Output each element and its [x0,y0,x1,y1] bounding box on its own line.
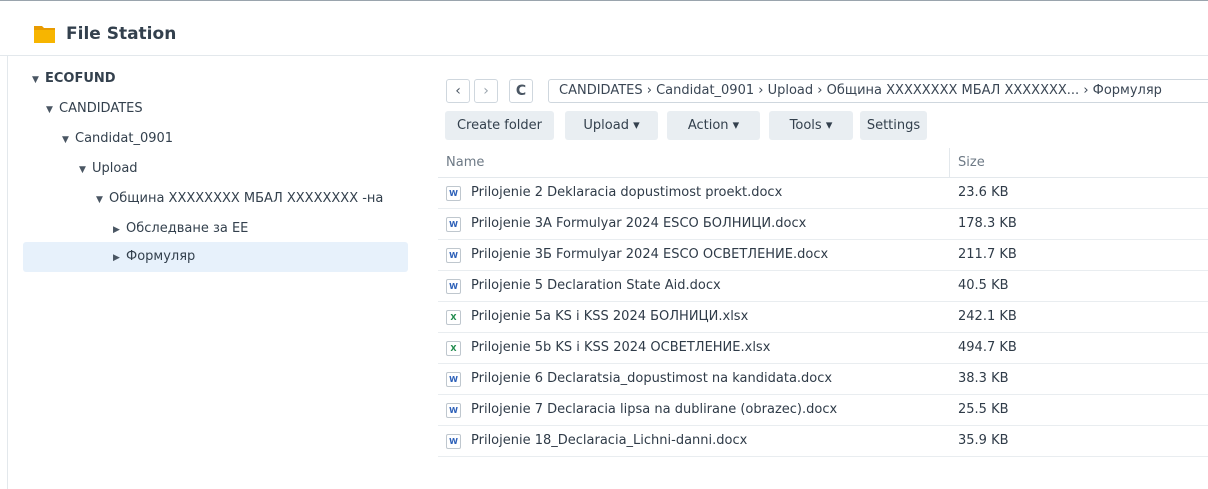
sidebar-left-edge [7,56,8,489]
file-size: 23.6 KB [958,185,1009,200]
file-size: 35.9 KB [958,433,1009,448]
create-folder-button[interactable]: Create folder [445,111,554,140]
refresh-icon: C [515,83,527,99]
tree-item-label: CANDIDATES [59,101,143,116]
file-name: Prilojenie 3A Formulyar 2024 ESCO БОЛНИЦ… [471,216,807,231]
file-name: Prilojenie 7 Declaracia lipsa na dublira… [471,402,838,417]
column-divider [949,148,950,178]
forward-button[interactable]: › [474,79,498,103]
folder-tree: ▼ ECOFUND ▼ CANDIDATES ▼ Candidat_0901 ▼ Upl… [0,56,420,489]
table-header [438,148,1208,178]
word-file-icon: W [446,434,461,449]
caret-down-icon[interactable]: ▼ [46,95,56,124]
caret-down-icon[interactable]: ▼ [62,125,72,154]
caret-down-icon[interactable]: ▼ [32,65,42,94]
file-name: Prilojenie 5b KS i KSS 2024 ОСВЕТЛЕНИЕ.x… [471,340,771,355]
tree-item-label: Candidat_0901 [75,131,174,146]
word-file-icon: W [446,403,461,418]
word-file-icon: W [446,248,461,263]
caret-down-icon[interactable]: ▼ [96,185,106,214]
tree-item-label: Формуляр [126,249,196,264]
tree-item-obshtina[interactable]: ▼ Община XXXXXXXX МБАЛ XXXXXXXX -на [96,184,420,214]
tree-item-candidat-0901[interactable]: ▼ Candidat_0901 [62,124,402,154]
tools-button[interactable]: Tools ▾ [769,111,853,140]
tree-item-label: Upload [92,161,138,176]
app-title: File Station [66,24,177,44]
folder-icon [34,26,55,43]
tree-item-formulyar[interactable]: ▶ Формуляр [23,242,408,272]
breadcrumb-path[interactable]: CANDIDATES › Candidat_0901 › Upload › Об… [548,79,1208,103]
caret-right-icon[interactable]: ▶ [113,243,123,272]
table-row[interactable]: W Prilojenie 18_Declaracia_Lichni-danni.… [438,426,1208,457]
file-size: 40.5 KB [958,278,1009,293]
column-header-size[interactable]: Size [958,148,985,178]
table-row[interactable]: X Prilojenie 5b KS i KSS 2024 ОСВЕТЛЕНИЕ… [438,333,1208,364]
tree-item-upload[interactable]: ▼ Upload [79,154,402,184]
table-row[interactable]: W Prilojenie 6 Declaratsia_dopustimost n… [438,364,1208,395]
table-row[interactable]: W Prilojenie 5 Declaration State Aid.doc… [438,271,1208,302]
file-name: Prilojenie 2 Deklaracia dopustimost proe… [471,185,783,200]
tree-item-label: Обследване за ЕЕ [126,221,249,236]
file-size: 38.3 KB [958,371,1009,386]
title-bar: File Station [0,11,1208,56]
excel-file-icon: X [446,310,461,325]
tree-item-ecofund[interactable]: ▼ ECOFUND [32,64,402,94]
settings-button[interactable]: Settings [860,111,927,140]
file-size: 211.7 KB [958,247,1017,262]
word-file-icon: W [446,217,461,232]
upload-button[interactable]: Upload ▾ [565,111,658,140]
chevron-left-icon: ‹ [455,83,461,99]
file-name: Prilojenie 5 Declaration State Aid.docx [471,278,721,293]
tree-item-label: Община XXXXXXXX МБАЛ XXXXXXXX -на [109,191,384,206]
tree-item-candidates[interactable]: ▼ CANDIDATES [46,94,402,124]
caret-down-icon[interactable]: ▼ [79,155,89,184]
file-size: 242.1 KB [958,309,1017,324]
chevron-right-icon: › [483,83,489,99]
tree-item-label: ECOFUND [45,71,116,86]
file-name: Prilojenie 5a KS i KSS 2024 БОЛНИЦИ.xlsx [471,309,749,324]
file-size: 25.5 KB [958,402,1009,417]
tree-item-obsledvane[interactable]: ▶ Обследване за ЕЕ [113,214,402,244]
caret-right-icon[interactable]: ▶ [113,215,123,244]
column-header-name[interactable]: Name [446,148,484,178]
table-row[interactable]: W Prilojenie 7 Declaracia lipsa na dubli… [438,395,1208,426]
word-file-icon: W [446,186,461,201]
file-browser: ‹ › C CANDIDATES › Candidat_0901 › Uploa… [430,56,1208,489]
table-row[interactable]: W Prilojenie 3A Formulyar 2024 ESCO БОЛН… [438,209,1208,240]
refresh-button[interactable]: C [509,79,533,103]
word-file-icon: W [446,372,461,387]
file-name: Prilojenie 6 Declaratsia_dopustimost na … [471,371,833,386]
action-button[interactable]: Action ▾ [667,111,760,140]
word-file-icon: W [446,279,461,294]
file-size: 494.7 KB [958,340,1017,355]
table-row[interactable]: W Prilojenie 3Б Formulyar 2024 ESCO ОСВЕ… [438,240,1208,271]
excel-file-icon: X [446,341,461,356]
file-name: Prilojenie 18_Declaracia_Lichni-danni.do… [471,433,748,448]
table-row[interactable]: X Prilojenie 5a KS i KSS 2024 БОЛНИЦИ.xl… [438,302,1208,333]
back-button[interactable]: ‹ [446,79,470,103]
window-top-edge [0,0,1208,11]
file-name: Prilojenie 3Б Formulyar 2024 ESCO ОСВЕТЛ… [471,247,829,262]
table-row[interactable]: W Prilojenie 2 Deklaracia dopustimost pr… [438,178,1208,209]
file-size: 178.3 KB [958,216,1017,231]
